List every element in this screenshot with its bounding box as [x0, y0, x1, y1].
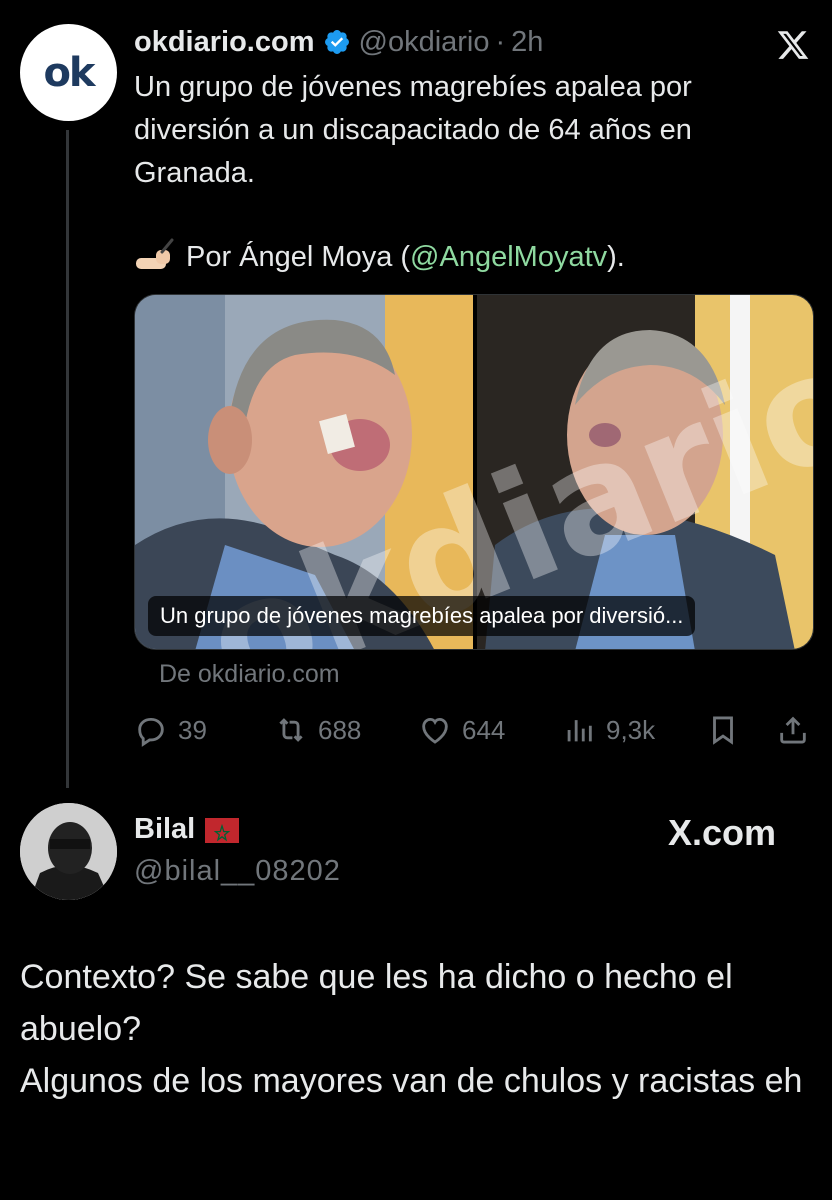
like-count: 644	[462, 714, 506, 745]
tweet-text: Un grupo de jóvenes magrebíes apalea por…	[134, 71, 692, 189]
repost-icon	[279, 718, 303, 742]
morocco-flag-icon	[205, 818, 240, 843]
xcom-branding: X.com	[668, 812, 777, 853]
repost-count: 688	[318, 714, 362, 745]
reply-author-name[interactable]: Bilal	[134, 813, 195, 846]
author-handle[interactable]: @okdiario	[359, 26, 490, 59]
verified-badge-icon	[324, 30, 349, 54]
tweet-header: okdiario.com @okdiario · 2h	[134, 24, 543, 60]
thread-connector-line	[66, 130, 69, 788]
bookmark-button[interactable]	[706, 706, 750, 754]
tweet-actions-bar: 39 688 644 9,3k	[134, 706, 814, 754]
avatar-logo-text: ok	[43, 49, 95, 96]
okdiario-avatar[interactable]: ok	[20, 24, 117, 121]
reply-text: Contexto? Se sabe que les ha dicho o hec…	[20, 951, 810, 1107]
reply-count: 39	[178, 714, 207, 745]
author-mention-link[interactable]: @AngelMoyatv	[410, 241, 607, 273]
repost-button[interactable]: 688	[274, 706, 361, 754]
like-button[interactable]: 644	[418, 706, 505, 754]
reply-author-handle[interactable]: @bilal__08202	[134, 855, 341, 888]
share-button[interactable]	[776, 706, 820, 754]
separator-dot: ·	[495, 25, 506, 58]
views-button[interactable]: 9,3k	[562, 706, 655, 754]
views-icon	[567, 720, 592, 742]
byline-suffix: ).	[607, 241, 625, 273]
timestamp[interactable]: 2h	[511, 26, 543, 59]
heart-icon	[422, 717, 448, 744]
bookmark-icon	[713, 716, 733, 745]
writing-hand-icon	[136, 238, 174, 269]
x-logo-icon	[777, 31, 809, 59]
tweet-byline: Por Ángel Moya (@AngelMoyatv).	[134, 236, 625, 279]
avatar-photo	[20, 803, 117, 900]
reply-text-line-2: Algunos de los mayores van de chulos y r…	[20, 1062, 803, 1100]
views-count: 9,3k	[606, 714, 656, 745]
author-name[interactable]: okdiario.com	[134, 26, 315, 59]
bilal-avatar[interactable]	[20, 803, 117, 900]
byline-prefix: Por Ángel Moya (	[186, 241, 411, 273]
reply-icon	[138, 717, 164, 747]
link-source[interactable]: De okdiario.com	[159, 660, 340, 689]
reply-text-line-1: Contexto? Se sabe que les ha dicho o hec…	[20, 958, 733, 1048]
media-caption: Un grupo de jóvenes magrebíes apalea por…	[148, 596, 696, 636]
reply-button[interactable]: 39	[134, 706, 207, 754]
reply-author-row: Bilal	[134, 813, 240, 846]
share-icon	[780, 716, 806, 744]
